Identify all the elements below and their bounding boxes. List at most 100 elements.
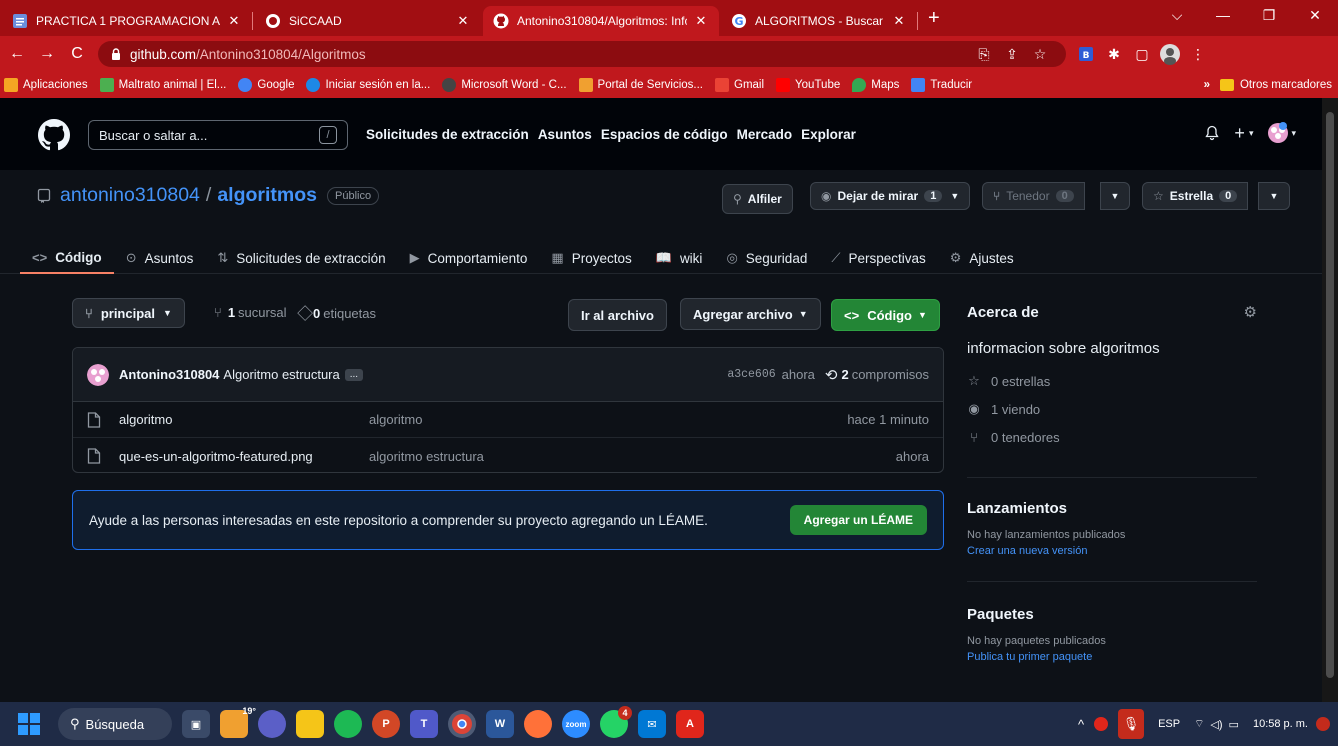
tab-wiki[interactable]: 📖 wiki (644, 242, 715, 274)
github-logo-icon[interactable] (38, 119, 70, 151)
whatsapp-icon[interactable]: 4 (600, 706, 632, 738)
chevron-down-icon[interactable]: ▾ (1291, 128, 1296, 139)
close-icon[interactable]: ✕ (693, 13, 709, 29)
pin-button[interactable]: ⚲ Alfiler (722, 184, 793, 214)
firefox-icon[interactable] (524, 710, 552, 738)
file-explorer-icon[interactable] (296, 710, 324, 738)
chrome-icon[interactable] (448, 710, 476, 738)
side-panel-icon[interactable]: ▢ (1128, 40, 1156, 68)
watchers-link[interactable]: ◉ 1 viendo (967, 395, 1257, 423)
browser-tab-github[interactable]: Antonino310804/Algoritmos: Infc ✕ (483, 6, 719, 36)
microphone-icon[interactable]: 🎙 (1118, 709, 1145, 739)
browser-tab-google[interactable]: G ALGORITMOS - Buscar con Goog ✕ (721, 6, 917, 36)
file-commit-message[interactable]: algoritmo (369, 412, 422, 427)
bookmark-apps[interactable]: Aplicaciones (4, 78, 88, 92)
bookmark-iniciar-sesion[interactable]: Iniciar sesión en la... (306, 78, 430, 92)
gear-icon[interactable]: ⚙ (1244, 303, 1257, 321)
file-commit-message[interactable]: algoritmo estructura (369, 449, 484, 464)
releases-heading[interactable]: Lanzamientos (967, 500, 1257, 517)
fork-button[interactable]: ⑂ Tenedor 0 (982, 182, 1085, 210)
repo-name-link[interactable]: algoritmos (217, 184, 317, 207)
close-icon[interactable]: ✕ (455, 13, 471, 29)
nav-codespaces[interactable]: Espacios de código (601, 127, 728, 142)
avatar[interactable] (87, 363, 109, 386)
tab-projects[interactable]: ▦ Proyectos (539, 242, 643, 274)
spotify-icon[interactable] (334, 710, 362, 738)
nav-explore[interactable]: Explorar (801, 127, 856, 142)
more-bookmarks-button[interactable]: » (1204, 79, 1210, 91)
address-bar[interactable]: github.com/Antonino310804/Algoritmos ⎘ ⇪… (98, 41, 1066, 67)
new-tab-button[interactable]: + (928, 7, 940, 30)
translate-icon[interactable]: ⎘ (970, 40, 998, 68)
restore-icon[interactable]: ❐ (1246, 7, 1292, 24)
commits-count[interactable]: 2 (841, 367, 848, 382)
stars-link[interactable]: ☆ 0 estrellas (967, 367, 1257, 395)
close-icon[interactable]: ✕ (226, 13, 242, 29)
tab-security[interactable]: ◎ Seguridad (714, 242, 819, 274)
clock[interactable]: 10:58 p. m. (1253, 718, 1308, 730)
nav-issues[interactable]: Asuntos (538, 127, 592, 142)
bookmark-google[interactable]: Google (238, 78, 294, 92)
chevron-up-icon[interactable]: ^ (1078, 717, 1084, 732)
nav-marketplace[interactable]: Mercado (737, 127, 793, 142)
file-name-link[interactable]: que-es-un-algoritmo-featured.png (119, 449, 369, 464)
bookmark-maltrato[interactable]: Maltrato animal | El... (99, 78, 226, 92)
wifi-icon[interactable]: ⌔ (1194, 717, 1204, 731)
branch-select[interactable]: ⑂ principal ▼ (72, 298, 185, 328)
tab-pull-requests[interactable]: ⇅ Solicitudes de extracción (205, 242, 397, 274)
profile-avatar-icon[interactable] (1156, 40, 1184, 68)
notification-icon[interactable] (1316, 717, 1330, 731)
acrobat-icon[interactable]: A (676, 710, 704, 738)
bookmark-maps[interactable]: Maps (852, 78, 899, 92)
bookmark-portal[interactable]: Portal de Servicios... (578, 78, 703, 92)
mail-icon[interactable]: ✉ (638, 710, 666, 738)
share-icon[interactable]: ⇪ (998, 40, 1026, 68)
chevron-down-icon[interactable]: ▾ (1249, 128, 1254, 139)
publish-package-link[interactable]: Publica tu primer paquete (967, 651, 1257, 663)
commit-expand-button[interactable]: ... (344, 368, 364, 381)
nav-pull-requests[interactable]: Solicitudes de extracción (366, 127, 529, 142)
packages-heading[interactable]: Paquetes (967, 606, 1257, 623)
browser-tab-practica[interactable]: PRACTICA 1 PROGRAMACION AC ✕ (2, 6, 252, 36)
menu-kebab-icon[interactable]: ⋮ (1184, 40, 1212, 68)
close-window-icon[interactable]: ✕ (1292, 7, 1338, 24)
tab-code[interactable]: <> Código (20, 242, 114, 274)
language-indicator[interactable]: ESP (1158, 718, 1180, 730)
reload-icon[interactable]: C (64, 45, 90, 63)
minimize-icon[interactable]: — (1200, 7, 1246, 23)
bookmark-gmail[interactable]: Gmail (715, 78, 764, 92)
taskbar-search[interactable]: ⚲ Búsqueda (58, 708, 172, 740)
star-button[interactable]: ☆ Estrella 0 (1142, 182, 1249, 210)
tab-search-icon[interactable]: ⌵ (1154, 7, 1200, 24)
code-button[interactable]: <> Código ▼ (831, 299, 940, 331)
chat-icon[interactable] (258, 710, 286, 738)
forks-link[interactable]: ⑂ 0 tenedores (967, 423, 1257, 451)
windows-start-icon[interactable] (18, 713, 40, 735)
scrollbar-thumb[interactable] (1326, 112, 1334, 678)
search-input[interactable]: Buscar o saltar a... / (88, 120, 348, 150)
teams-icon[interactable]: T (410, 710, 438, 738)
create-release-link[interactable]: Crear una nueva versión (967, 545, 1257, 557)
extension-b-icon[interactable]: B (1072, 40, 1100, 68)
bookmark-star-icon[interactable]: ☆ (1026, 40, 1054, 68)
zoom-icon[interactable]: zoom (562, 710, 590, 738)
add-readme-button[interactable]: Agregar un LÉAME (789, 505, 927, 535)
browser-tab-siccaad[interactable]: SiCCAAD ✕ (255, 6, 481, 36)
add-file-button[interactable]: Agregar archivo ▼ (680, 298, 821, 330)
commits-label[interactable]: compromisos (852, 367, 929, 382)
task-view-icon[interactable]: ▣ (182, 710, 210, 738)
commit-sha[interactable]: a3ce606 (727, 368, 775, 381)
tab-actions[interactable]: ▶ Comportamiento (398, 242, 540, 274)
tab-insights[interactable]: ⟋ Perspectivas (819, 242, 937, 274)
user-avatar[interactable] (1267, 122, 1289, 144)
fork-dropdown-button[interactable]: ▼ (1100, 182, 1130, 210)
star-dropdown-button[interactable]: ▼ (1258, 182, 1290, 210)
volume-icon[interactable]: ◁) (1210, 718, 1222, 731)
bookmark-word[interactable]: Microsoft Word - C... (442, 78, 567, 92)
powerpoint-icon[interactable]: P (372, 710, 400, 738)
back-icon[interactable]: ← (4, 45, 30, 63)
create-new-plus-icon[interactable]: + (1234, 123, 1245, 144)
extensions-puzzle-icon[interactable]: ✱ (1100, 40, 1128, 68)
branches-link[interactable]: ⑂ 1 sucursal (214, 305, 286, 320)
file-name-link[interactable]: algoritmo (119, 412, 369, 427)
